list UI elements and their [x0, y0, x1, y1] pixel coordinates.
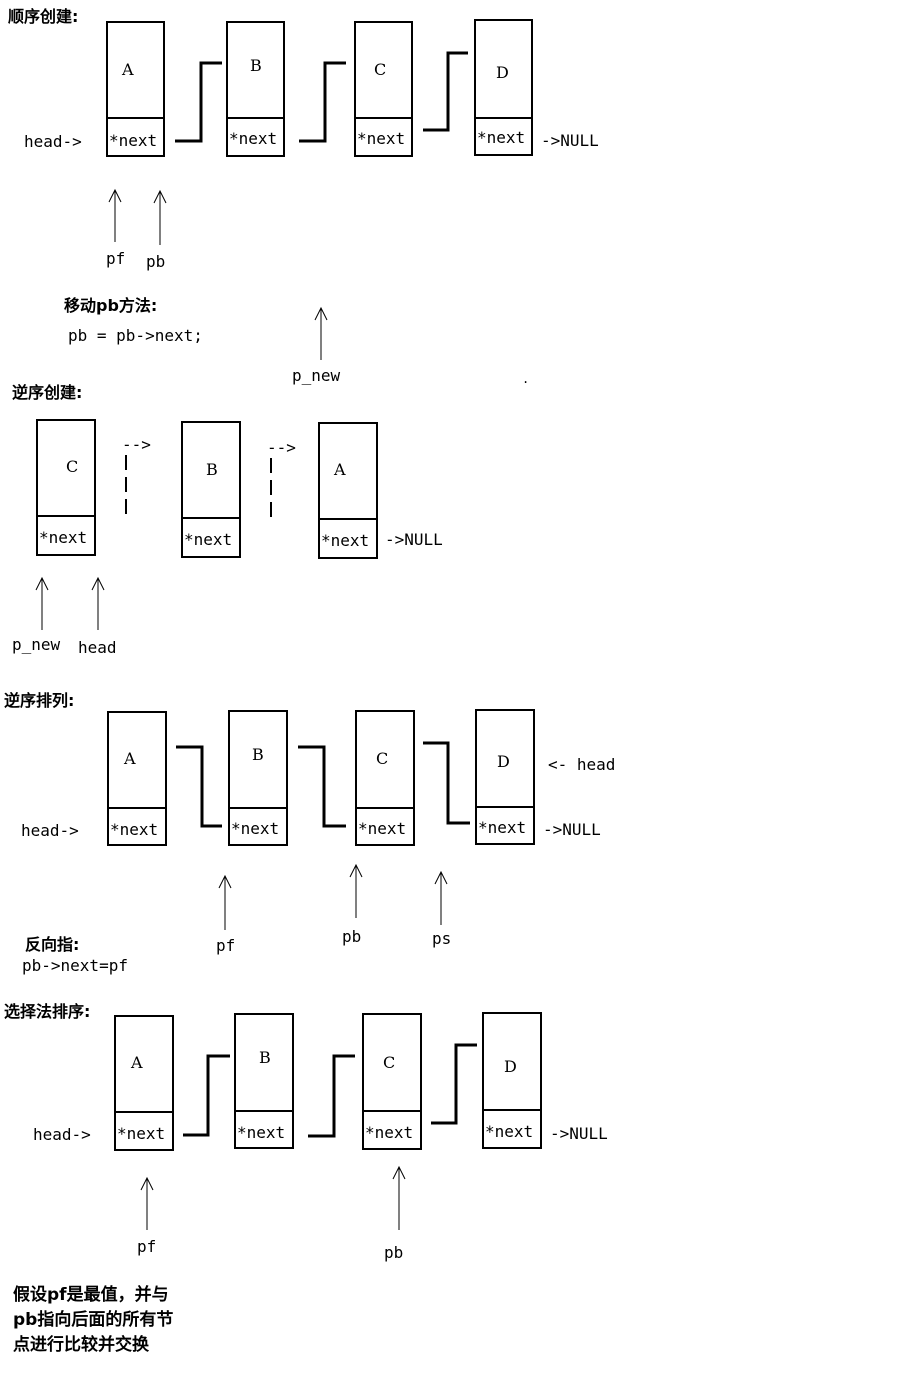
seq-links [175, 51, 468, 143]
rs-pb-label: pb [342, 927, 362, 946]
rev-node-c-letter: C [66, 457, 79, 476]
sel-node-c-next: *next [365, 1123, 414, 1142]
rev-node-c-next: *next [39, 528, 88, 547]
rev-p-new-label: p_new [12, 635, 61, 654]
sel-pf-label: pf [137, 1237, 157, 1256]
seq-node-b-next: *next [229, 129, 278, 148]
rev-node-b-letter: B [206, 460, 218, 479]
seq-null-arrow: ->NULL [541, 131, 599, 150]
rev-create-pointer-arrows [35, 576, 105, 630]
sel-pointer-arrows [140, 1165, 406, 1230]
rev-sort-pointer-arrows [218, 863, 448, 930]
sel-head-arrow: head-> [33, 1125, 91, 1144]
section-title-sequential-create: 顺序创建: [8, 7, 79, 26]
diagram-lines [35, 19, 542, 1230]
section-title-reverse-create: 逆序创建: [12, 383, 83, 402]
rs-null-arrow: ->NULL [543, 820, 601, 839]
seq-pb-label: pb [146, 252, 166, 271]
sel-pb-label: pb [384, 1243, 404, 1262]
sel-node-d-letter: D [504, 1057, 517, 1076]
move-pb-code: pb = pb->next; [68, 326, 203, 345]
sel-node-a-next: *next [117, 1124, 166, 1143]
rs-node-c-letter: C [376, 749, 389, 768]
seq-pf-label: pf [106, 249, 126, 268]
sel-nodes [114, 1012, 542, 1151]
seq-nodes [106, 19, 533, 157]
rev-sort-nodes [107, 709, 535, 846]
reverse-point-code: pb->next=pf [22, 956, 128, 975]
rs-head-arrow: head-> [21, 821, 79, 840]
rs-node-a-letter: A [124, 749, 136, 768]
sel-node-b-letter: B [259, 1048, 271, 1067]
rev-node-a-letter: A [334, 460, 346, 479]
rev-node-b-next: *next [184, 530, 233, 549]
rs-head-left-arrow: <- head [548, 755, 616, 774]
rs-node-c-next: *next [358, 819, 407, 838]
seq-node-a-next: *next [109, 131, 158, 150]
rev-create-dashed-links [125, 455, 272, 517]
seq-node-c-next: *next [357, 129, 406, 148]
selection-note-line-3: 点进行比较并交换 [13, 1335, 149, 1355]
section-title-selection-sort: 选择法排序: [4, 1002, 91, 1021]
selection-note-line-1: 假设pf是最值，并与 [13, 1285, 169, 1305]
seq-node-d-letter: D [496, 63, 509, 82]
p-new-label-top: p_new [292, 366, 341, 385]
move-pb-title: 移动pb方法: [64, 296, 158, 315]
rs-node-d-letter: D [497, 752, 510, 771]
reverse-point-title: 反向指: [25, 935, 80, 954]
rs-pf-label: pf [216, 936, 236, 955]
rs-node-a-next: *next [110, 820, 159, 839]
section-title-reverse-sort: 逆序排列: [4, 691, 75, 710]
sel-links [183, 1043, 477, 1138]
seq-node-d-next: *next [477, 128, 526, 147]
seq-head-arrow: head-> [24, 132, 82, 151]
seq-node-b-letter: B [250, 56, 262, 75]
sel-node-d-next: *next [485, 1122, 534, 1141]
rev-dash-arrow-2: --> [267, 438, 296, 457]
seq-node-a-letter: A [122, 60, 134, 79]
stray-dot: . [522, 372, 530, 386]
rev-head-label: head [78, 638, 117, 657]
selection-note-line-2: pb指向后面的所有节 [13, 1310, 174, 1330]
rs-node-b-next: *next [231, 819, 280, 838]
rev-sort-links [176, 741, 470, 828]
rs-node-b-letter: B [252, 745, 264, 764]
rev-dash-arrow-1: --> [122, 435, 151, 454]
rs-ps-label: ps [432, 929, 452, 948]
sel-node-c-letter: C [383, 1053, 396, 1072]
rs-node-d-next: *next [478, 818, 527, 837]
rev-null-arrow: ->NULL [385, 530, 443, 549]
linked-list-diagram: 顺序创建: A B C D *next *next *next *next he… [0, 0, 899, 1389]
sel-null-arrow: ->NULL [550, 1124, 608, 1143]
seq-node-c-letter: C [374, 60, 387, 79]
selection-note: 假设pf是最值，并与 pb指向后面的所有节 点进行比较并交换 [13, 1283, 173, 1358]
sel-node-b-next: *next [237, 1123, 286, 1142]
sel-node-a-letter: A [131, 1053, 143, 1072]
rev-node-a-next: *next [321, 531, 370, 550]
